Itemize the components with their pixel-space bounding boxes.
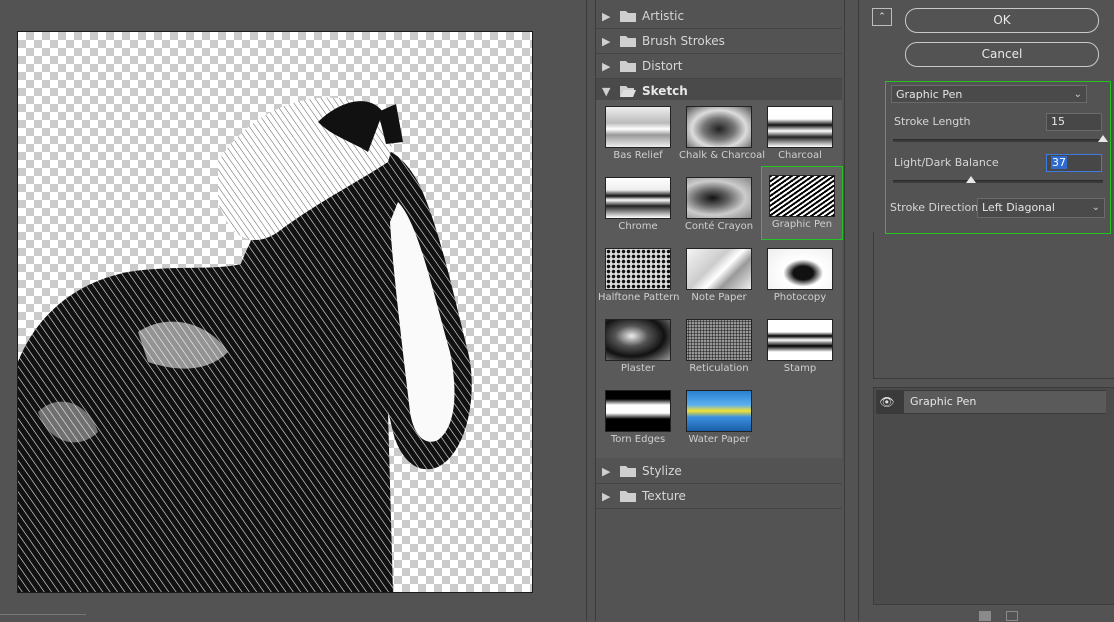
category-label: Artistic [642,9,685,23]
stroke-length-input[interactable]: 15 [1046,113,1102,131]
charcoal-thumbnail [767,106,833,148]
sketch-thumbnails: Bas Relief Chalk & Charcoal Charcoal Chr… [596,100,843,458]
filter-label: Conté Crayon [684,221,754,232]
horse-preview-image [18,97,472,592]
halftone-pattern-thumbnail [605,248,671,290]
graphic-pen-thumbnail [769,175,835,217]
expand-arrow-icon[interactable]: ▶ [602,10,612,23]
filter-settings: Graphic Pen ⌄ Stroke Length 15 Light/Dar… [885,81,1111,234]
filter-label: Charcoal [778,150,822,161]
cancel-button[interactable]: Cancel [905,42,1099,67]
filter-thumb-chrome[interactable]: Chrome [598,173,678,239]
stroke-length-label: Stroke Length [894,115,971,128]
filter-label: Halftone Pattern [598,292,680,303]
filter-label: Note Paper [691,292,747,303]
filter-thumb-conte-crayon[interactable]: Conté Crayon [679,173,759,239]
effect-layer-row[interactable]: 👁 Graphic Pen [876,390,1106,414]
expand-arrow-icon[interactable]: ▶ [602,465,612,478]
conte-crayon-thumbnail [686,177,752,219]
filter-gallery: ▶ Artistic ▶ Brush Strokes ▶ Distort ▼ S… [595,0,845,621]
folder-icon [620,465,636,477]
filter-thumb-bas-relief[interactable]: Bas Relief [598,102,678,168]
filter-select-value: Graphic Pen [896,88,963,101]
stroke-length-slider[interactable] [893,135,1108,142]
light-dark-balance-slider-thumb[interactable] [965,176,976,183]
filter-label: Reticulation [689,363,749,374]
photocopy-thumbnail [767,248,833,290]
folder-icon [620,10,636,22]
open-folder-icon [620,85,636,97]
chevron-down-icon: ⌄ [1073,89,1082,100]
folder-icon [620,490,636,502]
expand-arrow-icon[interactable]: ▶ [602,490,612,503]
category-brush-strokes[interactable]: ▶ Brush Strokes [596,29,842,54]
stamp-thumbnail [767,319,833,361]
category-label: Stylize [642,464,682,478]
filter-thumb-charcoal[interactable]: Charcoal [760,102,840,168]
light-dark-balance-input[interactable]: 37 [1046,154,1102,172]
preview-canvas[interactable] [17,31,533,593]
filter-select[interactable]: Graphic Pen ⌄ [891,85,1087,103]
filter-thumb-plaster[interactable]: Plaster [598,315,678,381]
light-dark-balance-slider[interactable] [893,176,1103,183]
category-stylize[interactable]: ▶ Stylize [596,459,842,484]
filter-label: Chalk & Charcoal [679,150,766,161]
new-effect-layer-icon[interactable] [979,611,991,621]
delete-effect-layer-icon[interactable] [1006,611,1018,621]
folder-icon [620,35,636,47]
effect-layers-panel: 👁 Graphic Pen [873,387,1114,605]
filter-label: Bas Relief [613,150,663,161]
filter-thumb-stamp[interactable]: Stamp [760,315,840,381]
effect-layer-name: Graphic Pen [904,391,1106,413]
plaster-thumbnail [605,319,671,361]
filter-label: Stamp [783,363,817,374]
settings-pane: ⌃ OK Cancel Graphic Pen ⌄ Stroke Length … [858,0,1114,621]
stroke-length-slider-thumb[interactable] [1098,135,1108,142]
filter-thumb-note-paper[interactable]: Note Paper [679,244,759,310]
filter-label: Chrome [618,221,658,232]
chalk-charcoal-thumbnail [686,106,752,148]
preview-pane [0,0,587,621]
filter-thumb-torn-edges[interactable]: Torn Edges [598,386,678,452]
note-paper-thumbnail [686,248,752,290]
stroke-direction-value: Left Diagonal [982,201,1055,214]
filter-thumb-reticulation[interactable]: Reticulation [679,315,759,381]
chrome-thumbnail [605,177,671,219]
eye-icon[interactable]: 👁 [876,395,898,409]
folder-icon [620,60,636,72]
expand-arrow-icon[interactable]: ▶ [602,60,612,73]
light-dark-balance-label: Light/Dark Balance [894,156,999,169]
collapse-gallery-icon[interactable]: ⌃ [872,8,892,26]
stroke-direction-label: Stroke Direction: [890,201,982,214]
expand-arrow-icon[interactable]: ▶ [602,35,612,48]
category-label: Sketch [642,84,688,98]
category-label: Texture [642,489,686,503]
filter-label: Graphic Pen [771,219,833,230]
category-distort[interactable]: ▶ Distort [596,54,842,79]
filter-thumb-graphic-pen[interactable]: Graphic Pen [761,166,843,240]
water-paper-thumbnail [686,390,752,432]
ok-button[interactable]: OK [905,8,1099,33]
chevron-down-icon: ⌄ [1091,202,1100,213]
torn-edges-thumbnail [605,390,671,432]
settings-panel-area [873,232,1114,379]
filter-label: Water Paper [688,434,750,445]
collapse-arrow-icon[interactable]: ▼ [602,85,612,98]
filter-thumb-chalk-charcoal[interactable]: Chalk & Charcoal [679,102,766,168]
category-texture[interactable]: ▶ Texture [596,484,842,509]
filter-thumb-halftone-pattern[interactable]: Halftone Pattern [598,244,680,310]
category-label: Distort [642,59,683,73]
filter-thumb-water-paper[interactable]: Water Paper [679,386,759,452]
category-artistic[interactable]: ▶ Artistic [596,4,842,29]
filter-thumb-photocopy[interactable]: Photocopy [760,244,840,310]
filter-label: Torn Edges [610,434,666,445]
reticulation-thumbnail [686,319,752,361]
category-label: Brush Strokes [642,34,725,48]
stroke-direction-select[interactable]: Left Diagonal ⌄ [977,198,1105,218]
filter-label: Plaster [620,363,656,374]
bas-relief-thumbnail [605,106,671,148]
filter-label: Photocopy [773,292,827,303]
light-dark-balance-value: 37 [1051,156,1067,169]
